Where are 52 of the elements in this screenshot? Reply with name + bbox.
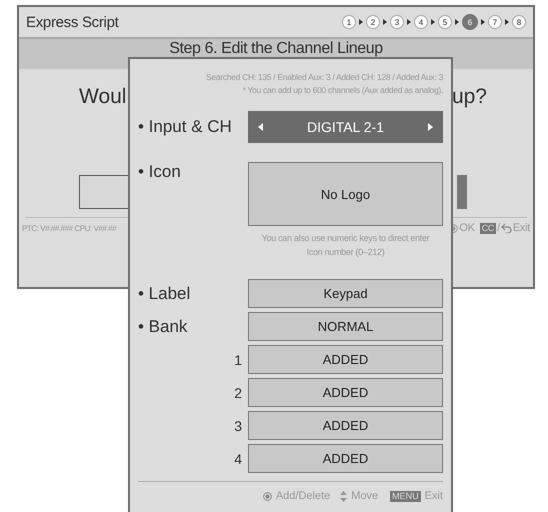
icon-field[interactable]: No Logo [248,162,443,226]
arrow-icon [383,19,387,25]
arrow-icon [481,19,485,25]
window-title: Express Script [26,14,118,30]
value-field[interactable]: Keypad [248,279,443,308]
field-label: • Icon [138,162,182,182]
exit-hint: Exit [512,222,530,234]
ok-hint: OK [459,222,475,234]
step-indicator: 8 [512,15,526,29]
row-number: 3 [233,418,243,434]
question-text: Woul [79,85,126,109]
stats-text: Searched CH: 135 / Enabled Aux: 3 / Added CH: 128 / Added Aux: 3 [206,71,443,84]
field-label: • Input & CH [138,117,233,137]
step-indicator: 6 [462,14,478,30]
left-arrow-icon[interactable] [258,123,263,131]
value-field[interactable]: ADDED [248,345,443,374]
up-down-icon [340,490,348,502]
row-number: 2 [233,384,243,400]
arrow-icon [431,19,435,25]
value-field[interactable]: ADDED [248,411,443,440]
menu-key: MENU [390,490,421,502]
step-indicator: 2 [366,15,380,29]
field-label: • Bank [138,316,188,336]
cc-key: CC [480,222,496,234]
value-field[interactable]: ADDED [248,444,443,473]
row-number: 1 [233,352,243,368]
add-delete-hint: Add/Delete [276,490,330,502]
value-field[interactable]: ADDED [248,378,443,407]
separator-text: / [497,222,500,234]
right-arrow-icon[interactable] [428,123,433,131]
arrow-icon [455,19,459,25]
step-indicator: 5 [438,15,452,29]
move-hint: Move [351,490,378,502]
question-text: up? [452,85,487,109]
back-icon [500,223,512,233]
exit-hint: Exit [424,490,443,502]
version-text: PTC: V#.##.### CPU: V##.## [22,224,116,232]
arrow-icon [407,19,411,25]
step-indicator: 1 [342,15,356,29]
hint-text: You can also use numeric keys to direct enter Icon number (0–212) [260,232,430,259]
arrow-icon [505,19,509,25]
value-field[interactable]: NORMAL [248,312,443,341]
step-title: Step 6. Edit the Channel Lineup [169,40,383,58]
arrow-icon [359,19,363,25]
step-indicator: 4 [414,15,428,29]
ok-button-icon [262,492,272,500]
channel-selector[interactable]: DIGITAL 2-1 [248,111,443,143]
step-indicator: 7 [488,15,502,29]
field-label: • Label [138,284,192,304]
row-number: 4 [233,450,243,466]
note-text: * You can add up to 600 channels (Aux added as analog). [242,84,443,97]
step-indicator: 3 [390,15,404,29]
